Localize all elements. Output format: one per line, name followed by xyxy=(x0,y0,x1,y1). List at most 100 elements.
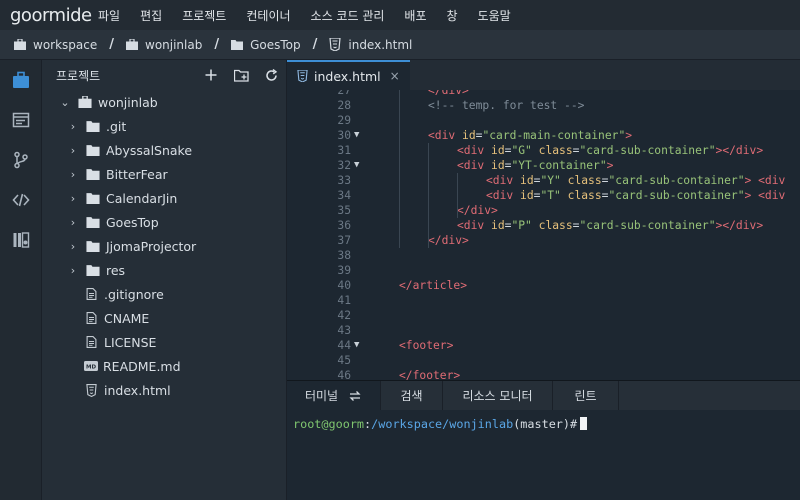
menu-item[interactable]: 배포 xyxy=(404,7,426,24)
library-button[interactable] xyxy=(0,220,42,260)
code-token: id xyxy=(520,174,534,187)
tree-folder[interactable]: › GoesTop xyxy=(42,210,286,234)
tree-file[interactable]: index.html xyxy=(42,378,286,402)
project-explorer-button[interactable] xyxy=(0,60,42,100)
line-content: <div id="card-main-container"> xyxy=(428,128,632,143)
tab-search[interactable]: 검색 xyxy=(381,381,443,410)
tree-folder[interactable]: › res xyxy=(42,258,286,282)
chevron-right-icon: › xyxy=(70,239,76,253)
menu-item[interactable]: 프로젝트 xyxy=(182,7,226,24)
code-token: <div xyxy=(457,219,492,232)
breadcrumb-index-html[interactable]: index.html xyxy=(329,38,412,52)
tree-file[interactable]: MD README.md xyxy=(42,354,286,378)
code-token: id xyxy=(491,159,505,172)
new-file-button[interactable] xyxy=(196,60,226,90)
code-token: <div xyxy=(457,144,492,157)
line-number: 38 xyxy=(337,249,351,262)
line-number: 44 xyxy=(337,339,351,352)
code-token: > xyxy=(625,129,633,142)
code-line: 42 xyxy=(287,308,800,323)
line-content: </div> xyxy=(428,233,469,248)
terminal-window-button[interactable] xyxy=(0,100,42,140)
tree-item-label: CalendarJin xyxy=(106,190,178,206)
line-number: 29 xyxy=(337,114,351,127)
breadcrumb-wonjinlab[interactable]: wonjinlab xyxy=(126,38,202,52)
code-area[interactable]: 27 </div> 28 <!-- temp. for test --> 29 30 ▼ <d… xyxy=(287,90,800,380)
menu-item[interactable]: 창 xyxy=(447,7,458,24)
fold-toggle-icon[interactable]: ▼ xyxy=(354,128,359,143)
close-icon[interactable]: × xyxy=(390,69,400,83)
code-line: 44 ▼ <footer> xyxy=(287,338,800,353)
line-content: <footer> xyxy=(399,338,453,353)
chevron-right-icon: › xyxy=(70,143,76,157)
tree-folder[interactable]: › .git xyxy=(42,114,286,138)
tree-folder[interactable]: › JjomaProjector xyxy=(42,234,286,258)
tree-item-label: CNAME xyxy=(104,310,150,326)
breadcrumb-workspace[interactable]: workspace xyxy=(14,38,97,52)
code-token: id xyxy=(491,144,505,157)
menu-item[interactable]: 파일 xyxy=(98,7,120,24)
tree-root-label: wonjinlab xyxy=(98,94,158,110)
tab-label: 검색 xyxy=(400,389,423,403)
library-icon xyxy=(13,232,30,248)
line-number: 33 xyxy=(337,174,351,187)
tab-lint[interactable]: 린트 xyxy=(553,381,619,410)
fold-toggle-icon[interactable]: ▼ xyxy=(354,338,359,353)
code-line: 33 <div id="Y" class="card-sub-container"… xyxy=(287,173,800,188)
tree-root[interactable]: ⌄ wonjinlab xyxy=(42,90,286,114)
menu-item[interactable]: 컨테이너 xyxy=(246,7,290,24)
tab-resource-monitor[interactable]: 리소스 모니터 xyxy=(443,381,553,410)
code-token: <div xyxy=(486,174,521,187)
goormide-logo[interactable]: goormide xyxy=(0,5,98,26)
tree-folder[interactable]: › BitterFear xyxy=(42,162,286,186)
tab-index-html[interactable]: index.html × xyxy=(287,60,410,90)
code-line: 38 xyxy=(287,248,800,263)
code-line: 40 </article> xyxy=(287,278,800,293)
tree-file[interactable]: LICENSE xyxy=(42,330,286,354)
code-token: "T" xyxy=(540,189,561,202)
menu-item[interactable]: 도움말 xyxy=(478,7,511,24)
line-number: 41 xyxy=(337,294,351,307)
code-token: ></div> xyxy=(715,144,764,157)
code-token: </div> xyxy=(457,204,498,217)
line-number: 43 xyxy=(337,324,351,337)
line-number: 28 xyxy=(337,99,351,112)
line-content: <!-- temp. for test --> xyxy=(428,98,584,113)
refresh-button[interactable] xyxy=(256,60,286,90)
tree-item-label: README.md xyxy=(103,358,181,374)
tree-item-label: .git xyxy=(106,118,127,134)
code-token: "card-main-container" xyxy=(482,129,626,142)
terminal-output[interactable]: root@goorm:/workspace/wonjinlab(master)# xyxy=(287,410,800,438)
line-number: 34 xyxy=(337,189,351,202)
code-token: "P" xyxy=(511,219,532,232)
tab-terminal[interactable]: 터미널 xyxy=(287,381,381,410)
tree-folder[interactable]: › CalendarJin xyxy=(42,186,286,210)
code-token: > <div xyxy=(744,174,786,187)
indent-guide xyxy=(399,90,400,248)
line-content: </div> xyxy=(457,203,498,218)
code-line: 28 <!-- temp. for test --> xyxy=(287,98,800,113)
folder-icon xyxy=(86,265,100,276)
sync-icon[interactable] xyxy=(348,390,362,402)
terminal-cursor xyxy=(580,417,588,430)
code-token: > xyxy=(606,159,614,172)
html5-icon xyxy=(297,70,308,82)
git-button[interactable] xyxy=(0,140,42,180)
breadcrumb-goestop[interactable]: GoesTop xyxy=(231,38,301,52)
line-content: <div id="T" class="card-sub-container"> … xyxy=(486,188,785,203)
plus-icon xyxy=(205,69,217,81)
new-folder-button[interactable] xyxy=(226,60,256,90)
line-content: <div id="G" class="card-sub-container"><… xyxy=(457,143,763,158)
tree-folder[interactable]: › AbyssalSnake xyxy=(42,138,286,162)
menu-item[interactable]: 편집 xyxy=(140,7,162,24)
code-line: 30 ▼ <div id="card-main-container"> xyxy=(287,128,800,143)
code-button[interactable] xyxy=(0,180,42,220)
code-token: "YT-container" xyxy=(511,159,607,172)
menu-item[interactable]: 소스 코드 관리 xyxy=(311,7,385,24)
chevron-right-icon: › xyxy=(70,119,76,133)
tree-file[interactable]: .gitignore xyxy=(42,282,286,306)
sidebar-title: 프로젝트 xyxy=(56,68,101,83)
line-content: </div> xyxy=(428,90,469,98)
tree-file[interactable]: CNAME xyxy=(42,306,286,330)
fold-toggle-icon[interactable]: ▼ xyxy=(354,158,359,173)
